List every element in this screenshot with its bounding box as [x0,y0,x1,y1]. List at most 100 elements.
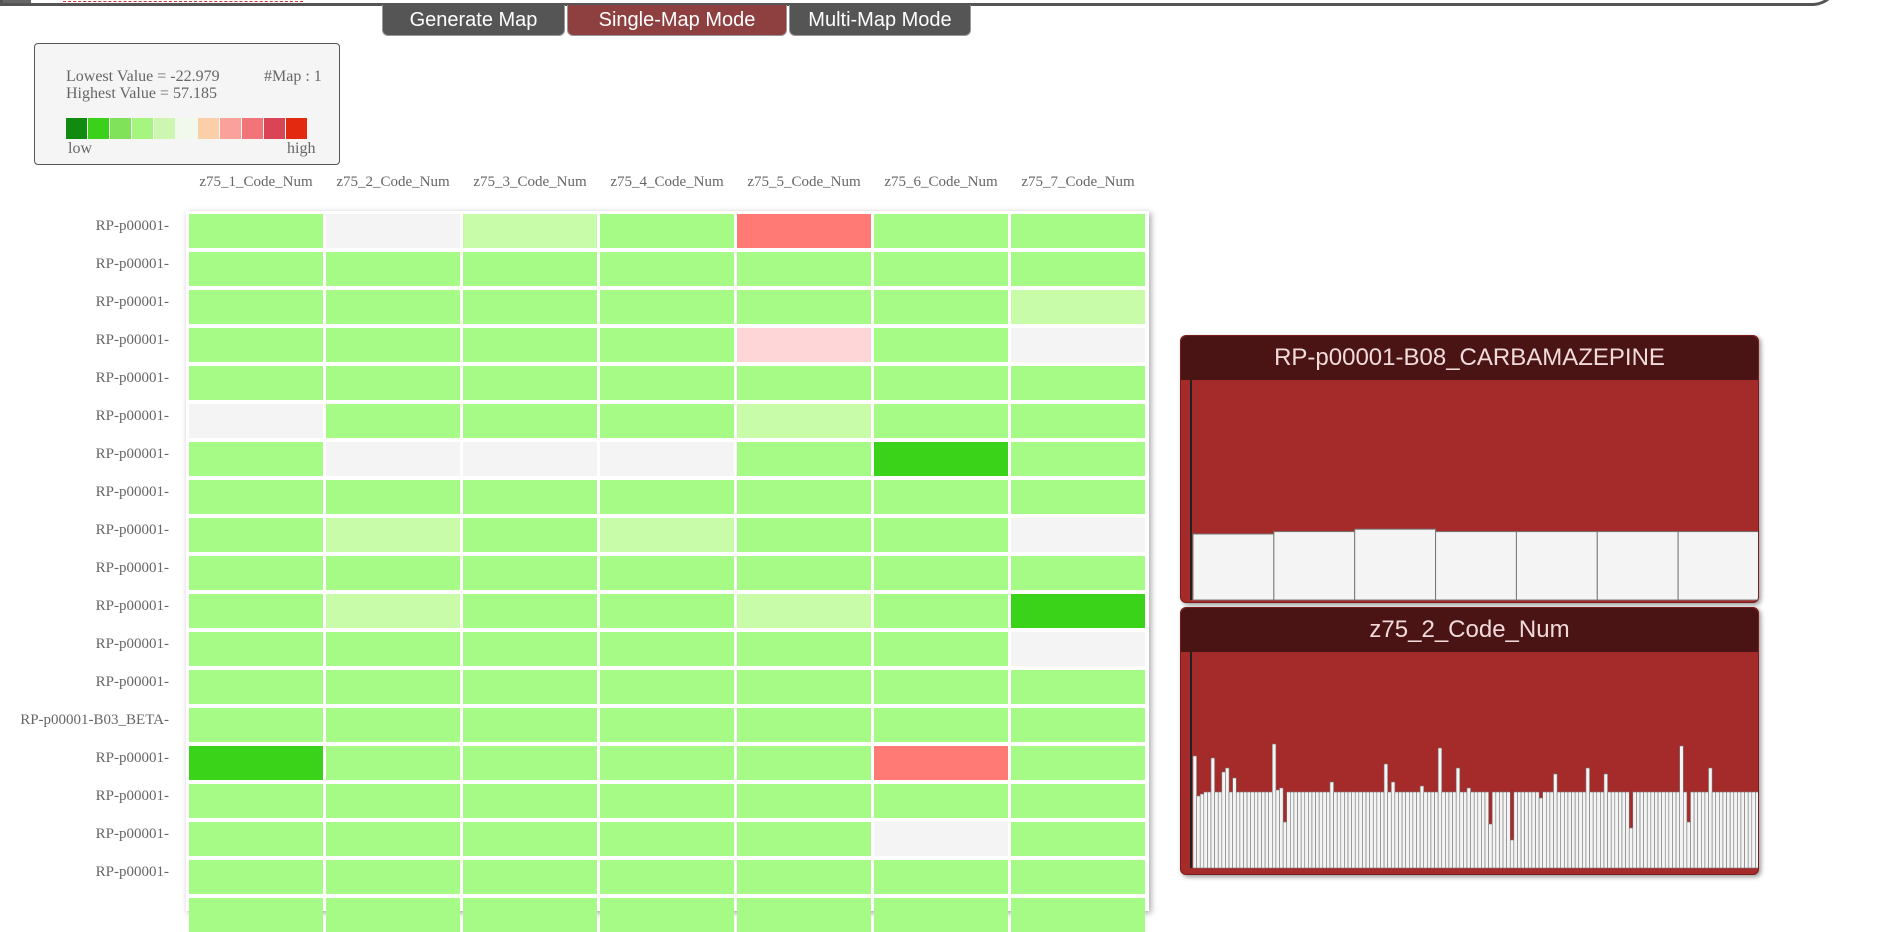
heatmap-cell[interactable] [1011,632,1145,666]
heatmap-cell[interactable] [189,594,323,628]
row-label[interactable]: RP-p00001- [96,560,169,577]
heatmap-cell[interactable] [463,594,597,628]
heatmap-cell[interactable] [600,442,734,476]
generate-map-button[interactable]: Generate Map [382,5,565,36]
heatmap-cell[interactable] [189,708,323,742]
heatmap-cell[interactable] [463,670,597,704]
heatmap-cell[interactable] [737,556,871,590]
heatmap-cell[interactable] [737,822,871,856]
heatmap-cell[interactable] [737,898,871,932]
row-label[interactable]: RP-p00001- [96,826,169,843]
row-label[interactable]: RP-p00001- [96,294,169,311]
heatmap-cell[interactable] [463,556,597,590]
heatmap-cell[interactable] [326,670,460,704]
heatmap-cell[interactable] [189,784,323,818]
heatmap-cell[interactable] [874,594,1008,628]
heatmap-cell[interactable] [737,670,871,704]
heatmap-cell[interactable] [463,708,597,742]
heatmap-cell[interactable] [326,214,460,248]
heatmap-cell[interactable] [874,404,1008,438]
heatmap-cell[interactable] [326,366,460,400]
heatmap-cell[interactable] [189,860,323,894]
heatmap-cell[interactable] [600,214,734,248]
heatmap-cell[interactable] [737,480,871,514]
heatmap-cell[interactable] [189,480,323,514]
heatmap-cell[interactable] [874,252,1008,286]
heatmap-cell[interactable] [189,214,323,248]
heatmap-cell[interactable] [600,556,734,590]
heatmap-cell[interactable] [737,404,871,438]
row-label[interactable]: RP-p00001- [96,674,169,691]
heatmap-cell[interactable] [1011,328,1145,362]
heatmap-cell[interactable] [463,404,597,438]
heatmap-cell[interactable] [326,404,460,438]
heatmap-cell[interactable] [189,746,323,780]
column-header[interactable]: z75_5_Code_Num [736,174,872,191]
heatmap-cell[interactable] [874,860,1008,894]
heatmap-cell[interactable] [600,328,734,362]
column-header[interactable]: z75_2_Code_Num [325,174,461,191]
heatmap-cell[interactable] [326,632,460,666]
heatmap-cell[interactable] [463,214,597,248]
heatmap-cell[interactable] [326,822,460,856]
column-header[interactable]: z75_7_Code_Num [1010,174,1146,191]
heatmap-cell[interactable] [1011,594,1145,628]
heatmap-cell[interactable] [600,404,734,438]
heatmap-cell[interactable] [600,252,734,286]
heatmap-cell[interactable] [463,480,597,514]
heatmap-cell[interactable] [463,442,597,476]
heatmap-cell[interactable] [189,632,323,666]
multi-map-mode-button[interactable]: Multi-Map Mode [789,5,971,36]
heatmap-cell[interactable] [874,822,1008,856]
row-label[interactable]: RP-p00001- [96,864,169,881]
heatmap-cell[interactable] [600,822,734,856]
heatmap-cell[interactable] [326,480,460,514]
heatmap-cell[interactable] [189,366,323,400]
heatmap-cell[interactable] [737,746,871,780]
heatmap-cell[interactable] [326,290,460,324]
heatmap-cell[interactable] [1011,708,1145,742]
heatmap-cell[interactable] [874,898,1008,932]
heatmap-cell[interactable] [874,214,1008,248]
heatmap-cell[interactable] [874,480,1008,514]
heatmap-cell[interactable] [600,898,734,932]
heatmap-cell[interactable] [189,442,323,476]
heatmap-cell[interactable] [1011,480,1145,514]
heatmap-cell[interactable] [600,366,734,400]
heatmap-cell[interactable] [463,290,597,324]
heatmap-cell[interactable] [189,290,323,324]
heatmap-cell[interactable] [737,442,871,476]
row-label[interactable]: RP-p00001-B03_BETA- [20,712,169,729]
column-header[interactable]: z75_6_Code_Num [873,174,1009,191]
column-header[interactable]: z75_4_Code_Num [599,174,735,191]
heatmap-cell[interactable] [189,822,323,856]
heatmap-cell[interactable] [189,556,323,590]
heatmap-cell[interactable] [737,518,871,552]
heatmap-cell[interactable] [189,670,323,704]
heatmap-cell[interactable] [874,556,1008,590]
row-label[interactable]: RP-p00001- [96,598,169,615]
heatmap-cell[interactable] [874,366,1008,400]
heatmap-cell[interactable] [600,708,734,742]
heatmap-cell[interactable] [463,632,597,666]
heatmap-cell[interactable] [463,328,597,362]
heatmap-cell[interactable] [1011,252,1145,286]
heatmap-cell[interactable] [463,860,597,894]
heatmap-cell[interactable] [874,784,1008,818]
row-label[interactable]: RP-p00001- [96,636,169,653]
heatmap-cell[interactable] [737,290,871,324]
heatmap-cell[interactable] [189,328,323,362]
heatmap-cell[interactable] [189,404,323,438]
heatmap-cell[interactable] [326,252,460,286]
heatmap-cell[interactable] [189,252,323,286]
heatmap-cell[interactable] [189,518,323,552]
heatmap-cell[interactable] [737,214,871,248]
heatmap-cell[interactable] [1011,898,1145,932]
heatmap-cell[interactable] [326,860,460,894]
heatmap-cell[interactable] [737,632,871,666]
heatmap-cell[interactable] [1011,670,1145,704]
heatmap-cell[interactable] [326,898,460,932]
row-label[interactable]: RP-p00001- [96,788,169,805]
heatmap-cell[interactable] [737,366,871,400]
heatmap-cell[interactable] [326,518,460,552]
